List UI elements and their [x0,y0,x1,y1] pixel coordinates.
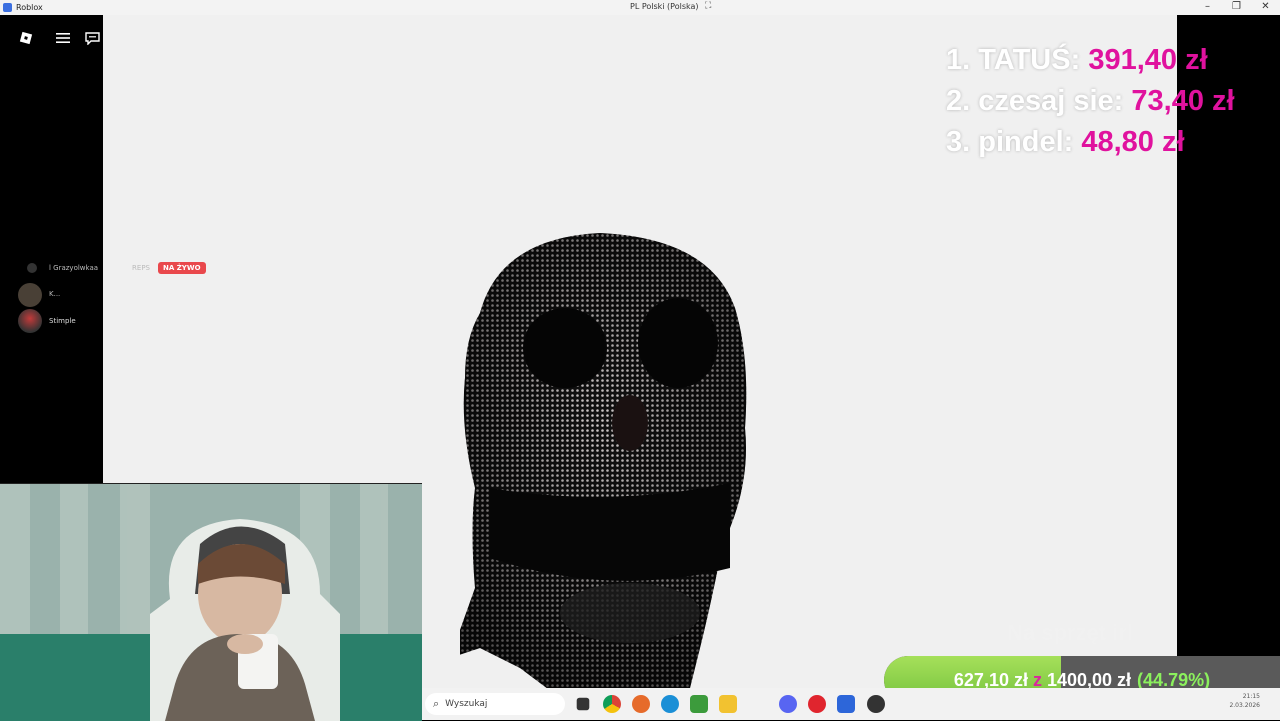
maximize-button[interactable]: ❐ [1222,0,1251,15]
edge-icon[interactable] [661,695,679,713]
roblox-app-icon [3,3,12,12]
skull-creature-image [460,233,747,688]
avatar [18,309,42,333]
goal-label: Na sprzęt irl [1007,620,1133,645]
leaderboard-row: 1. TATUŚ: 391,40 zł [946,44,1208,76]
fullscreen-icon[interactable]: ⛶ [705,1,711,11]
roblox-taskbar-icon[interactable] [837,695,855,713]
menu-icon[interactable] [52,27,74,49]
chat-message: l Grazyolwkaa REPS NA ŻYWO [27,262,206,274]
leaderboard-row: 2. czesaj sie: 73,40 zł [946,85,1235,117]
file-explorer-icon[interactable] [719,695,737,713]
taskbar-search[interactable]: ⌕ Wyszukaj [425,693,565,715]
chat-icon[interactable] [81,27,103,49]
opera-icon[interactable] [808,695,826,713]
minimize-button[interactable]: – [1193,0,1222,15]
streamer-webcam-image [0,484,422,721]
roblox-logo-button[interactable] [15,27,37,49]
language-indicator[interactable]: PL Polski (Polska) [630,2,699,11]
leaderboard-row: 3. pindel: 48,80 zł [946,126,1185,158]
window-title: Roblox [16,3,43,12]
close-button[interactable]: ✕ [1251,0,1280,15]
left-panel [0,15,103,483]
chat-message: Stimple [49,317,76,325]
chat-message: K... [49,290,61,298]
search-icon: ⌕ [433,697,440,710]
minecraft-icon[interactable] [690,695,708,713]
system-clock[interactable]: 21:15 2.03.2026 [1229,692,1260,710]
donation-leaderboard: 1. TATUŚ: 391,40 zł 2. czesaj sie: 73,40… [946,40,1235,163]
obs-icon[interactable] [867,695,885,713]
avatar [18,283,42,307]
webcam-feed [0,483,422,721]
taskbar: ⌕ Wyszukaj 21:15 2.03.2026 [422,688,1280,720]
discord-icon[interactable] [779,695,797,713]
window-controls: – ❐ ✕ [1193,0,1280,15]
firefox-icon[interactable] [632,695,650,713]
chat-tag: REPS [132,264,150,272]
chrome-icon[interactable] [603,695,621,713]
window-title-bar: Roblox PL Polski (Polska) ⛶ – ❐ ✕ [0,0,1280,15]
live-badge: NA ŻYWO [158,262,206,274]
avatar [27,263,37,273]
task-view-icon[interactable] [576,697,590,711]
